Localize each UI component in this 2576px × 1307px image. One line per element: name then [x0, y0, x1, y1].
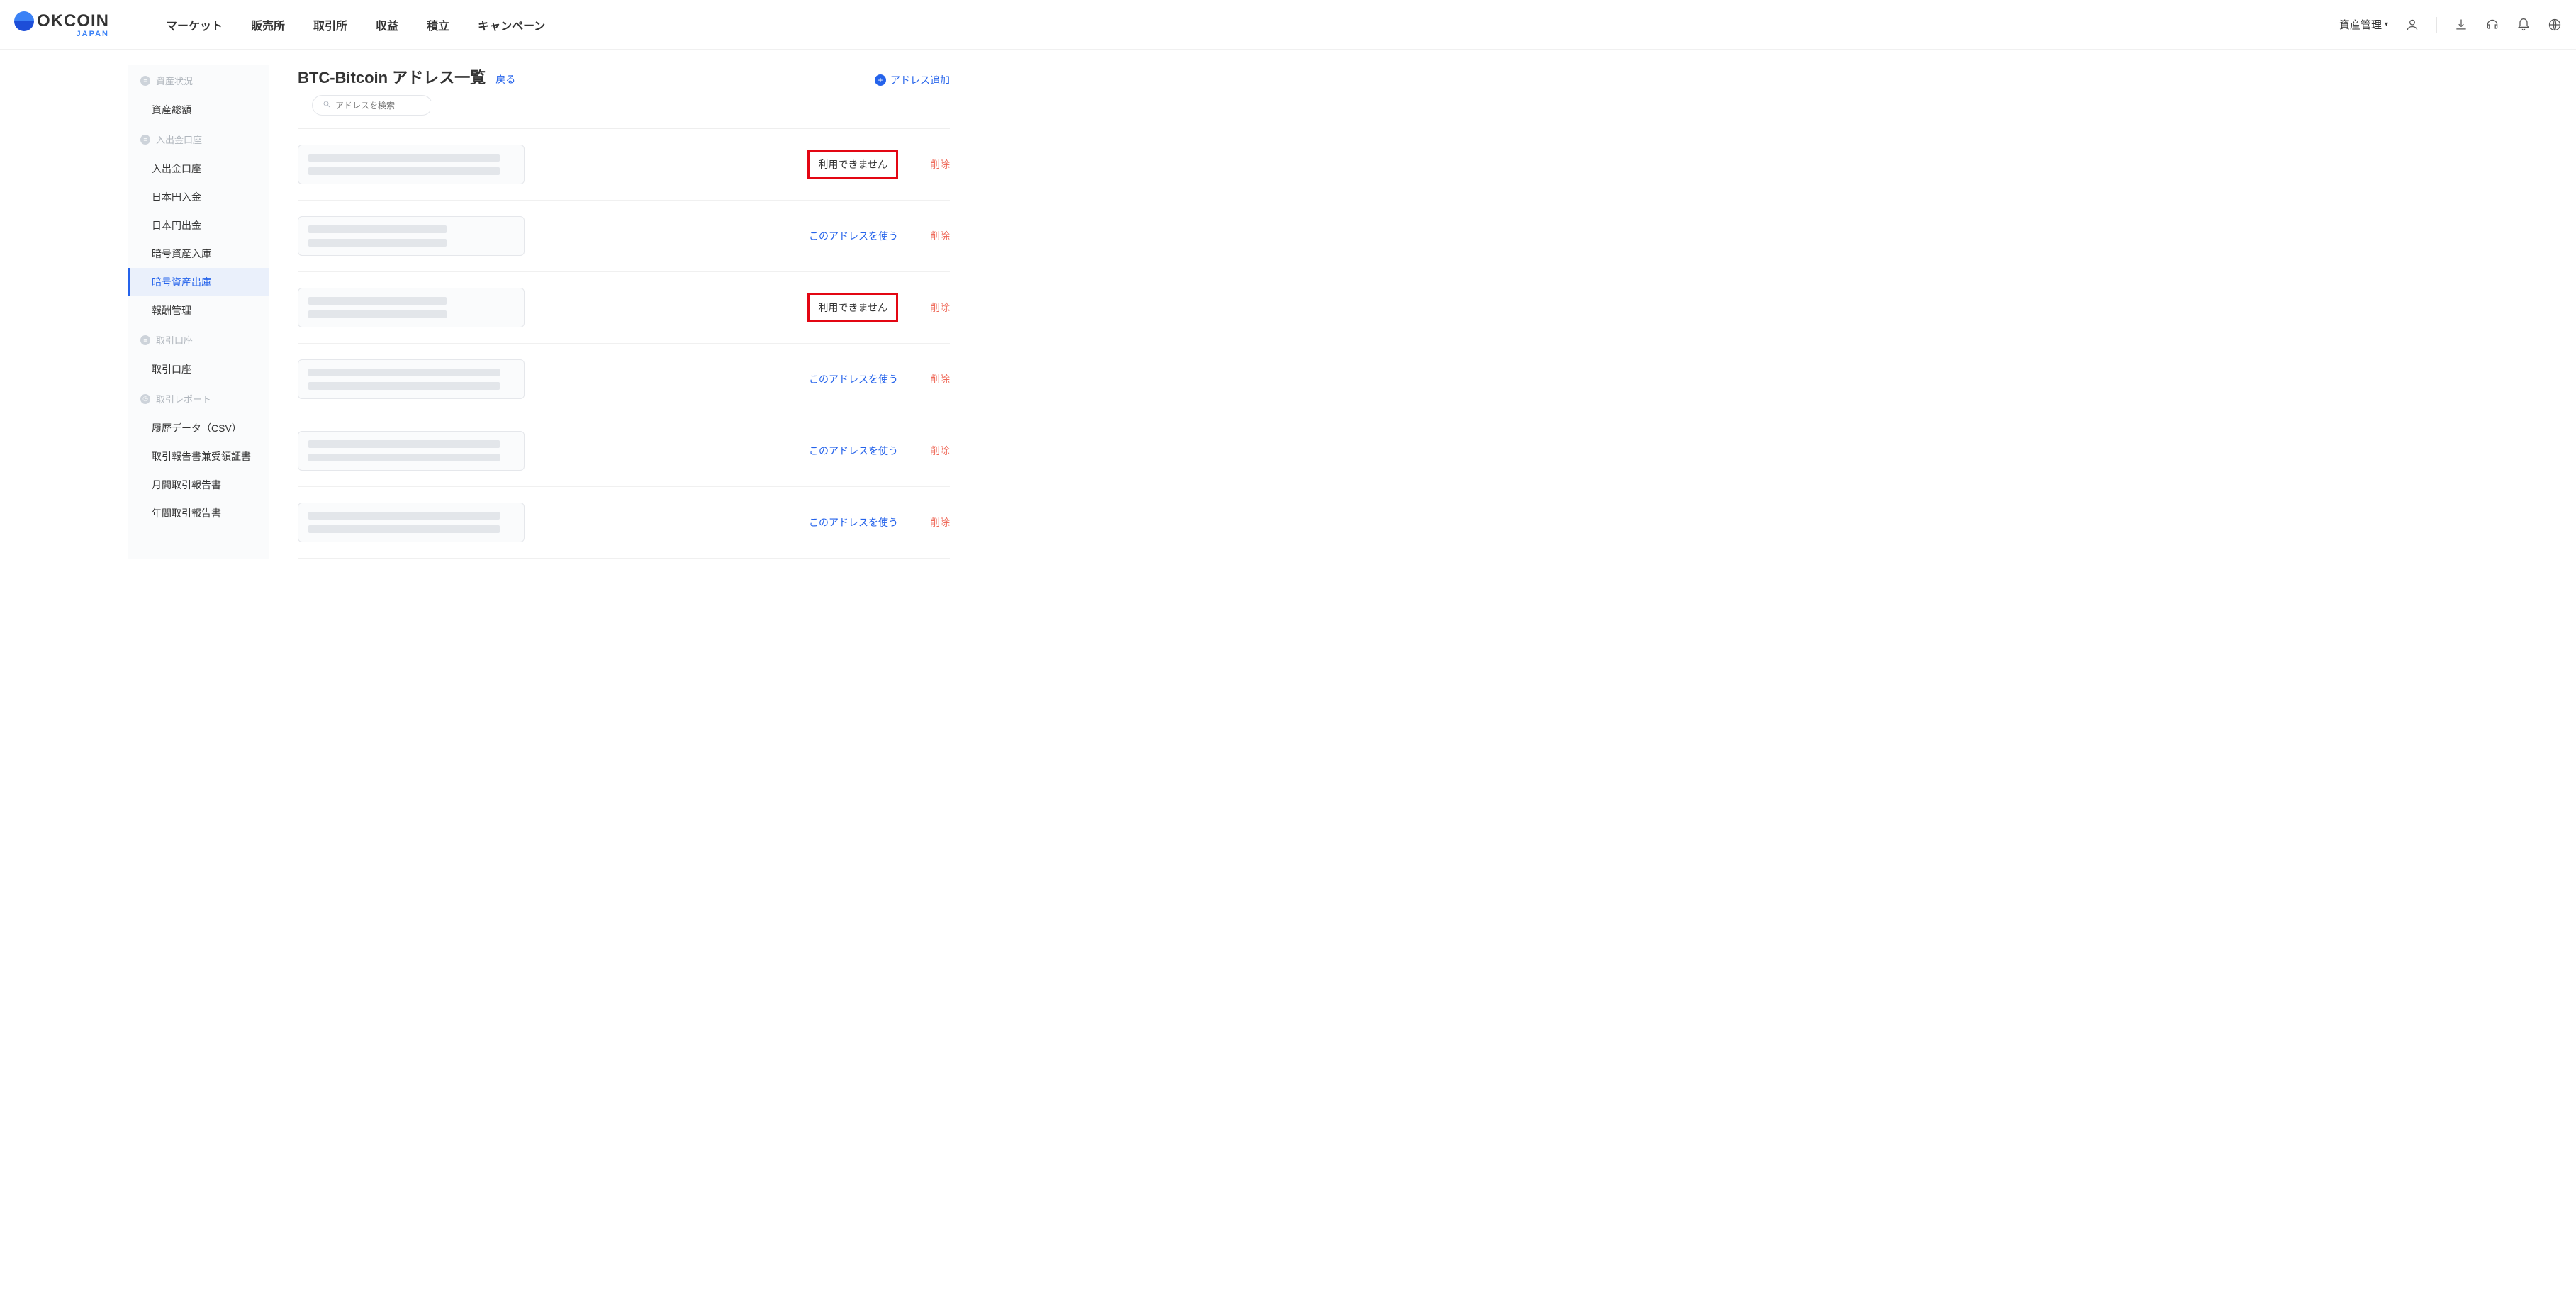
logo-text: OKCOIN [37, 11, 109, 31]
address-row: 利用できません 削除 [298, 272, 950, 344]
search-icon [323, 100, 331, 111]
sidebar-item[interactable]: 暗号資産出庫 [128, 268, 269, 296]
row-actions: このアドレスを使う 削除 [809, 372, 950, 386]
nav-links: マーケット 販売所 取引所 収益 積立 キャンペーン [166, 16, 545, 33]
skeleton-line [308, 297, 447, 305]
sidebar-item[interactable]: 資産総額 [128, 96, 269, 124]
delete-button[interactable]: 削除 [930, 157, 950, 172]
bell-icon[interactable] [2516, 18, 2531, 32]
bullet-icon: ◷ [140, 394, 150, 404]
sidebar-item[interactable]: 年間取引報告書 [128, 499, 269, 527]
address-card [298, 359, 525, 399]
address-row: このアドレスを使う 削除 [298, 415, 950, 487]
bullet-icon: ≡ [140, 76, 150, 86]
unavailable-label: 利用できません [807, 150, 898, 179]
nav-right: 資産管理 [2339, 17, 2562, 33]
row-actions: 利用できません 削除 [807, 293, 950, 322]
delete-button[interactable]: 削除 [930, 301, 950, 315]
sidebar-section-label: 取引レポート [156, 392, 211, 405]
sidebar-section-header: ◷ 取引レポート [128, 383, 269, 414]
download-icon[interactable] [2454, 18, 2468, 32]
skeleton-line [308, 154, 500, 162]
address-card [298, 431, 525, 471]
sidebar-item[interactable]: 暗号資産入庫 [128, 240, 269, 268]
use-address-button[interactable]: このアドレスを使う [809, 229, 898, 243]
address-card [298, 145, 525, 184]
row-actions: 利用できません 削除 [807, 150, 950, 179]
nav-link-campaign[interactable]: キャンペーン [478, 16, 545, 33]
nav-link-exchange[interactable]: 取引所 [313, 16, 347, 33]
address-row: このアドレスを使う 削除 [298, 344, 950, 415]
skeleton-line [308, 225, 447, 233]
back-link[interactable]: 戻る [495, 72, 515, 86]
logo[interactable]: OKCOIN JAPAN [14, 11, 109, 38]
nav-link-sales[interactable]: 販売所 [251, 16, 285, 33]
bullet-icon: ≡ [140, 335, 150, 345]
address-row: このアドレスを使う 削除 [298, 487, 950, 559]
address-card [298, 216, 525, 256]
user-icon[interactable] [2405, 18, 2419, 32]
sidebar-item[interactable]: 取引報告書兼受領証書 [128, 442, 269, 471]
skeleton-line [308, 525, 500, 533]
delete-button[interactable]: 削除 [930, 372, 950, 386]
sidebar: ≡資産状況資産総額≡入出金口座入出金口座日本円入金日本円出金暗号資産入庫暗号資産… [128, 65, 269, 559]
bullet-icon: ≡ [140, 135, 150, 145]
sidebar-item[interactable]: 月間取引報告書 [128, 471, 269, 499]
row-actions: このアドレスを使う 削除 [809, 515, 950, 529]
sidebar-item[interactable]: 入出金口座 [128, 155, 269, 183]
globe-icon[interactable] [2548, 18, 2562, 32]
skeleton-line [308, 440, 500, 448]
sidebar-section-label: 取引口座 [156, 333, 193, 347]
sidebar-section-header: ≡ 取引口座 [128, 325, 269, 355]
use-address-button[interactable]: このアドレスを使う [809, 515, 898, 529]
logo-subtext: JAPAN [14, 30, 109, 38]
delete-button[interactable]: 削除 [930, 515, 950, 529]
address-row: 利用できません 削除 [298, 129, 950, 201]
row-actions: このアドレスを使う 削除 [809, 444, 950, 458]
skeleton-line [308, 310, 447, 318]
nav-link-savings[interactable]: 積立 [427, 16, 449, 33]
skeleton-line [308, 239, 447, 247]
skeleton-line [308, 454, 500, 461]
plus-icon: + [875, 74, 886, 86]
nav-link-earn[interactable]: 収益 [376, 16, 398, 33]
add-address-label: アドレス追加 [890, 73, 950, 87]
headset-icon[interactable] [2485, 18, 2499, 32]
row-actions: このアドレスを使う 削除 [809, 229, 950, 243]
logo-main: OKCOIN [14, 11, 109, 31]
sidebar-section-header: ≡ 入出金口座 [128, 124, 269, 155]
skeleton-line [308, 382, 500, 390]
nav-divider [2436, 17, 2437, 33]
skeleton-line [308, 512, 500, 520]
delete-button[interactable]: 削除 [930, 444, 950, 458]
sidebar-section-label: 入出金口座 [156, 133, 202, 146]
asset-management-dropdown[interactable]: 資産管理 [2339, 17, 2388, 32]
delete-button[interactable]: 削除 [930, 229, 950, 243]
sidebar-item[interactable]: 履歴データ（CSV） [128, 414, 269, 442]
address-row: このアドレスを使う 削除 [298, 201, 950, 272]
skeleton-line [308, 369, 500, 376]
use-address-button[interactable]: このアドレスを使う [809, 444, 898, 458]
address-card [298, 503, 525, 542]
sidebar-section-label: 資産状況 [156, 74, 193, 87]
nav-link-market[interactable]: マーケット [166, 16, 223, 33]
address-card [298, 288, 525, 327]
search-box[interactable] [312, 95, 432, 116]
sidebar-section-header: ≡ 資産状況 [128, 65, 269, 96]
sidebar-item[interactable]: 日本円入金 [128, 183, 269, 211]
main-content: BTC-Bitcoin アドレス一覧 戻る + アドレス追加 利用できません削除… [269, 65, 978, 559]
logo-mark-icon [14, 11, 34, 31]
add-address-button[interactable]: + アドレス追加 [875, 73, 950, 87]
unavailable-label: 利用できません [807, 293, 898, 322]
top-nav: OKCOIN JAPAN マーケット 販売所 取引所 収益 積立 キャンペーン … [0, 0, 2576, 50]
page-title: BTC-Bitcoin アドレス一覧 [298, 65, 486, 88]
search-input[interactable] [335, 101, 445, 111]
sidebar-item[interactable]: 取引口座 [128, 355, 269, 383]
use-address-button[interactable]: このアドレスを使う [809, 372, 898, 386]
sidebar-item[interactable]: 日本円出金 [128, 211, 269, 240]
sidebar-item[interactable]: 報酬管理 [128, 296, 269, 325]
page-header: BTC-Bitcoin アドレス一覧 戻る + アドレス追加 [298, 65, 950, 88]
skeleton-line [308, 167, 500, 175]
